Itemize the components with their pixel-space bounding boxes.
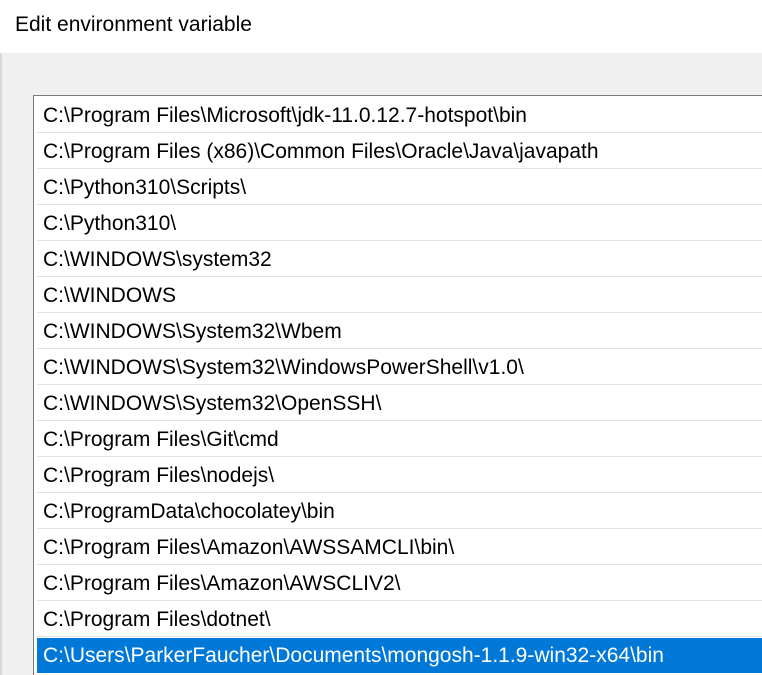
path-entry-row[interactable]: C:\WINDOWS\system32 bbox=[37, 242, 762, 277]
path-entry-row[interactable]: C:\Program Files (x86)\Common Files\Orac… bbox=[37, 134, 762, 169]
path-entry-row[interactable]: C:\Python310\ bbox=[37, 206, 762, 241]
path-entry-row[interactable]: C:\Program Files\Git\cmd bbox=[37, 422, 762, 457]
path-entry-row[interactable]: C:\Program Files\Amazon\AWSCLIV2\ bbox=[37, 566, 762, 601]
path-entry-row[interactable]: C:\WINDOWS\System32\Wbem bbox=[37, 314, 762, 349]
path-entry-row[interactable]: C:\Program Files\dotnet\ bbox=[37, 602, 762, 637]
window-title: Edit environment variable bbox=[15, 13, 252, 36]
path-entry-row[interactable]: C:\Program Files\Amazon\AWSSAMCLI\bin\ bbox=[37, 530, 762, 565]
title-bar: Edit environment variable bbox=[0, 0, 762, 53]
path-entry-row[interactable]: C:\ProgramData\chocolatey\bin bbox=[37, 494, 762, 529]
path-entry-row[interactable]: C:\WINDOWS\System32\WindowsPowerShell\v1… bbox=[37, 350, 762, 385]
path-entry-row[interactable]: C:\WINDOWS\System32\OpenSSH\ bbox=[37, 386, 762, 421]
path-entries-list[interactable]: C:\Program Files\Microsoft\jdk-11.0.12.7… bbox=[33, 95, 762, 675]
window-left-border bbox=[0, 53, 2, 675]
path-entry-row[interactable]: C:\Program Files\nodejs\ bbox=[37, 458, 762, 493]
path-entry-row[interactable]: C:\WINDOWS bbox=[37, 278, 762, 313]
path-entry-row-selected[interactable]: C:\Users\ParkerFaucher\Documents\mongosh… bbox=[37, 638, 762, 673]
path-entry-row[interactable]: C:\Python310\Scripts\ bbox=[37, 170, 762, 205]
path-entry-row[interactable]: C:\Program Files\Microsoft\jdk-11.0.12.7… bbox=[37, 98, 762, 133]
